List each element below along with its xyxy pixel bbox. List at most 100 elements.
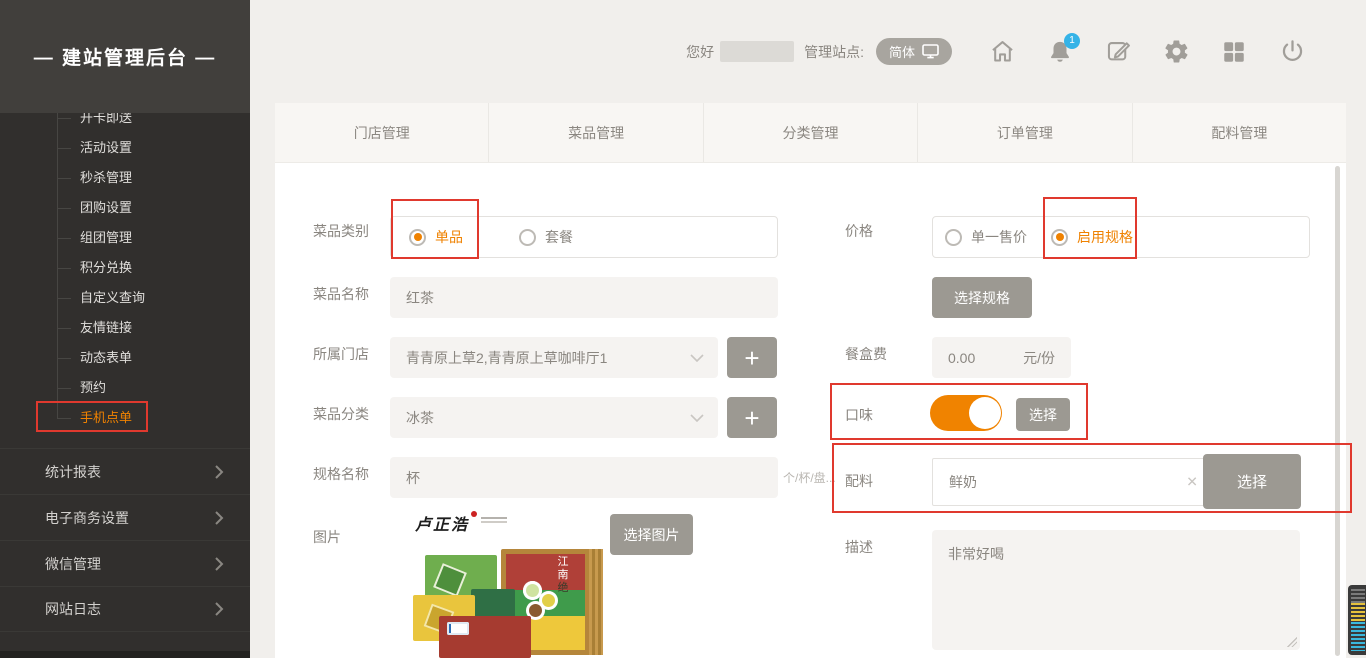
apps-grid-icon[interactable] — [1220, 38, 1248, 66]
sidebar: 开卡即送 活动设置 秒杀管理 团购设置 组团管理 积分兑换 自定义查询 友情链接… — [0, 0, 250, 658]
spec-name-hint: 个/杯/盘... — [783, 469, 836, 486]
spec-name-input[interactable] — [390, 457, 778, 498]
section-label: 电子商务设置 — [45, 508, 129, 528]
chevron-down-icon — [690, 354, 704, 362]
radio-label: 套餐 — [545, 227, 573, 247]
box-fee-value: 0.00 — [948, 350, 975, 366]
toggle-knob — [969, 397, 1001, 429]
choose-image-button[interactable]: 选择图片 — [610, 514, 693, 555]
scrollbar[interactable] — [1335, 166, 1340, 656]
chevron-right-icon — [214, 464, 224, 480]
flavor-label: 口味 — [845, 405, 873, 425]
app-logo: — 建站管理后台 — — [0, 0, 250, 113]
bell-icon[interactable]: 1 — [1046, 38, 1074, 66]
sidebar-item-dynamic-forms[interactable]: 动态表单 — [0, 343, 250, 373]
dish-type-label: 菜品类别 — [313, 221, 369, 241]
language-label: 简体 — [889, 42, 915, 61]
ingredient-select-button[interactable]: 选择 — [1203, 454, 1301, 509]
spec-name-label: 规格名称 — [313, 464, 369, 484]
store-add-button[interactable]: + — [727, 337, 777, 378]
radio-combo-dish[interactable]: 套餐 — [519, 227, 573, 247]
monitor-icon — [922, 44, 939, 59]
dish-image-thumbnail[interactable]: 江 南 绝 — [413, 543, 605, 658]
choose-spec-button[interactable]: 选择规格 — [932, 277, 1032, 318]
radio-label: 单品 — [435, 227, 463, 247]
clear-icon[interactable]: ✕ — [1186, 474, 1198, 491]
dish-name-label: 菜品名称 — [313, 284, 369, 304]
language-pill-button[interactable]: 简体 — [876, 38, 952, 65]
radio-single-price[interactable]: 单一售价 — [945, 227, 1027, 247]
redacted-username — [720, 41, 794, 62]
sidebar-sections: 统计报表 电子商务设置 微信管理 网站日志 — [0, 448, 250, 632]
description-label: 描述 — [845, 537, 873, 557]
brand-subtext — [481, 517, 507, 524]
section-label: 微信管理 — [45, 554, 101, 574]
power-icon[interactable] — [1278, 38, 1306, 66]
sidebar-item-groupbuy[interactable]: 团购设置 — [0, 193, 250, 223]
description-textarea[interactable]: 非常好喝 — [932, 530, 1300, 650]
radio-single-dish[interactable]: 单品 — [409, 227, 463, 247]
dish-type-radio-group: 单品 套餐 — [390, 216, 778, 258]
dish-category-label: 菜品分类 — [313, 404, 369, 424]
sidebar-item-points-exchange[interactable]: 积分兑换 — [0, 253, 250, 283]
tab-label: 配料管理 — [1211, 123, 1267, 143]
tab-category-mgmt[interactable]: 分类管理 — [703, 103, 917, 162]
sidebar-item-custom-query[interactable]: 自定义查询 — [0, 283, 250, 313]
sidebar-item-reservation[interactable]: 预约 — [0, 373, 250, 403]
sidebar-menu: 开卡即送 活动设置 秒杀管理 团购设置 组团管理 积分兑换 自定义查询 友情链接… — [0, 103, 250, 433]
chevron-down-icon — [690, 414, 704, 422]
sidebar-section-site-logs[interactable]: 网站日志 — [0, 586, 250, 632]
radio-dot — [519, 229, 536, 246]
tab-label: 门店管理 — [354, 123, 410, 143]
topbar: 您好 管理站点: 简体 1 — [250, 0, 1366, 103]
flavor-toggle[interactable] — [930, 395, 1002, 431]
radio-label: 启用规格 — [1077, 227, 1133, 247]
tab-store-mgmt[interactable]: 门店管理 — [275, 103, 488, 162]
section-label: 网站日志 — [45, 599, 101, 619]
brand-dot — [471, 511, 477, 517]
box-fee-input[interactable]: 0.00 元/份 — [932, 337, 1071, 378]
sidebar-item-friend-links[interactable]: 友情链接 — [0, 313, 250, 343]
sidebar-section-wechat[interactable]: 微信管理 — [0, 540, 250, 586]
gear-icon[interactable] — [1162, 38, 1190, 66]
sidebar-item-group-mgmt[interactable]: 组团管理 — [0, 223, 250, 253]
edit-icon[interactable] — [1104, 38, 1132, 66]
store-select-value: 青青原上草2,青青原上草咖啡厅1 — [406, 348, 690, 368]
tab-dish-mgmt[interactable]: 菜品管理 — [488, 103, 702, 162]
sidebar-item-activity-settings[interactable]: 活动设置 — [0, 133, 250, 163]
sidebar-item-mobile-order[interactable]: 手机点单 — [0, 403, 250, 433]
ingredient-value: 鲜奶 — [949, 472, 977, 492]
radio-dot — [409, 229, 426, 246]
home-icon[interactable] — [988, 38, 1016, 66]
tab-label: 分类管理 — [783, 123, 839, 143]
tab-ingredient-mgmt[interactable]: 配料管理 — [1132, 103, 1346, 162]
section-label: 统计报表 — [45, 462, 101, 482]
brand-logo: 卢正浩 — [415, 511, 507, 535]
store-select[interactable]: 青青原上草2,青青原上草咖啡厅1 — [390, 337, 718, 378]
tab-order-mgmt[interactable]: 订单管理 — [917, 103, 1131, 162]
sidebar-section-ecommerce[interactable]: 电子商务设置 — [0, 494, 250, 540]
sidebar-item-seckill[interactable]: 秒杀管理 — [0, 163, 250, 193]
dish-category-select[interactable]: 冰茶 — [390, 397, 718, 438]
sidebar-bottom-strip — [0, 651, 250, 658]
tea-box-red — [439, 616, 531, 658]
brand-name: 卢正浩 — [415, 511, 469, 535]
radio-dot — [945, 229, 962, 246]
price-radio-group: 单一售价 启用规格 — [932, 216, 1310, 258]
notification-badge: 1 — [1064, 33, 1080, 49]
box-fee-label: 餐盒费 — [845, 344, 887, 364]
resize-handle[interactable] — [1287, 637, 1297, 647]
image-label: 图片 — [313, 527, 341, 547]
main-panel: 门店管理 菜品管理 分类管理 订单管理 配料管理 菜品类别 单品 套餐 菜品名称… — [275, 103, 1346, 658]
dish-name-input[interactable] — [390, 277, 778, 318]
radio-enable-spec[interactable]: 启用规格 — [1051, 227, 1133, 247]
sidebar-section-stats[interactable]: 统计报表 — [0, 448, 250, 494]
chevron-right-icon — [214, 556, 224, 572]
description-value: 非常好喝 — [948, 546, 1004, 562]
flavor-select-button[interactable]: 选择 — [1016, 398, 1070, 431]
box-fee-unit: 元/份 — [1023, 348, 1055, 368]
app-title: — 建站管理后台 — — [34, 43, 217, 70]
category-add-button[interactable]: + — [727, 397, 777, 438]
ingredient-input[interactable]: 鲜奶 ✕ — [932, 458, 1213, 506]
chevron-right-icon — [214, 601, 224, 617]
